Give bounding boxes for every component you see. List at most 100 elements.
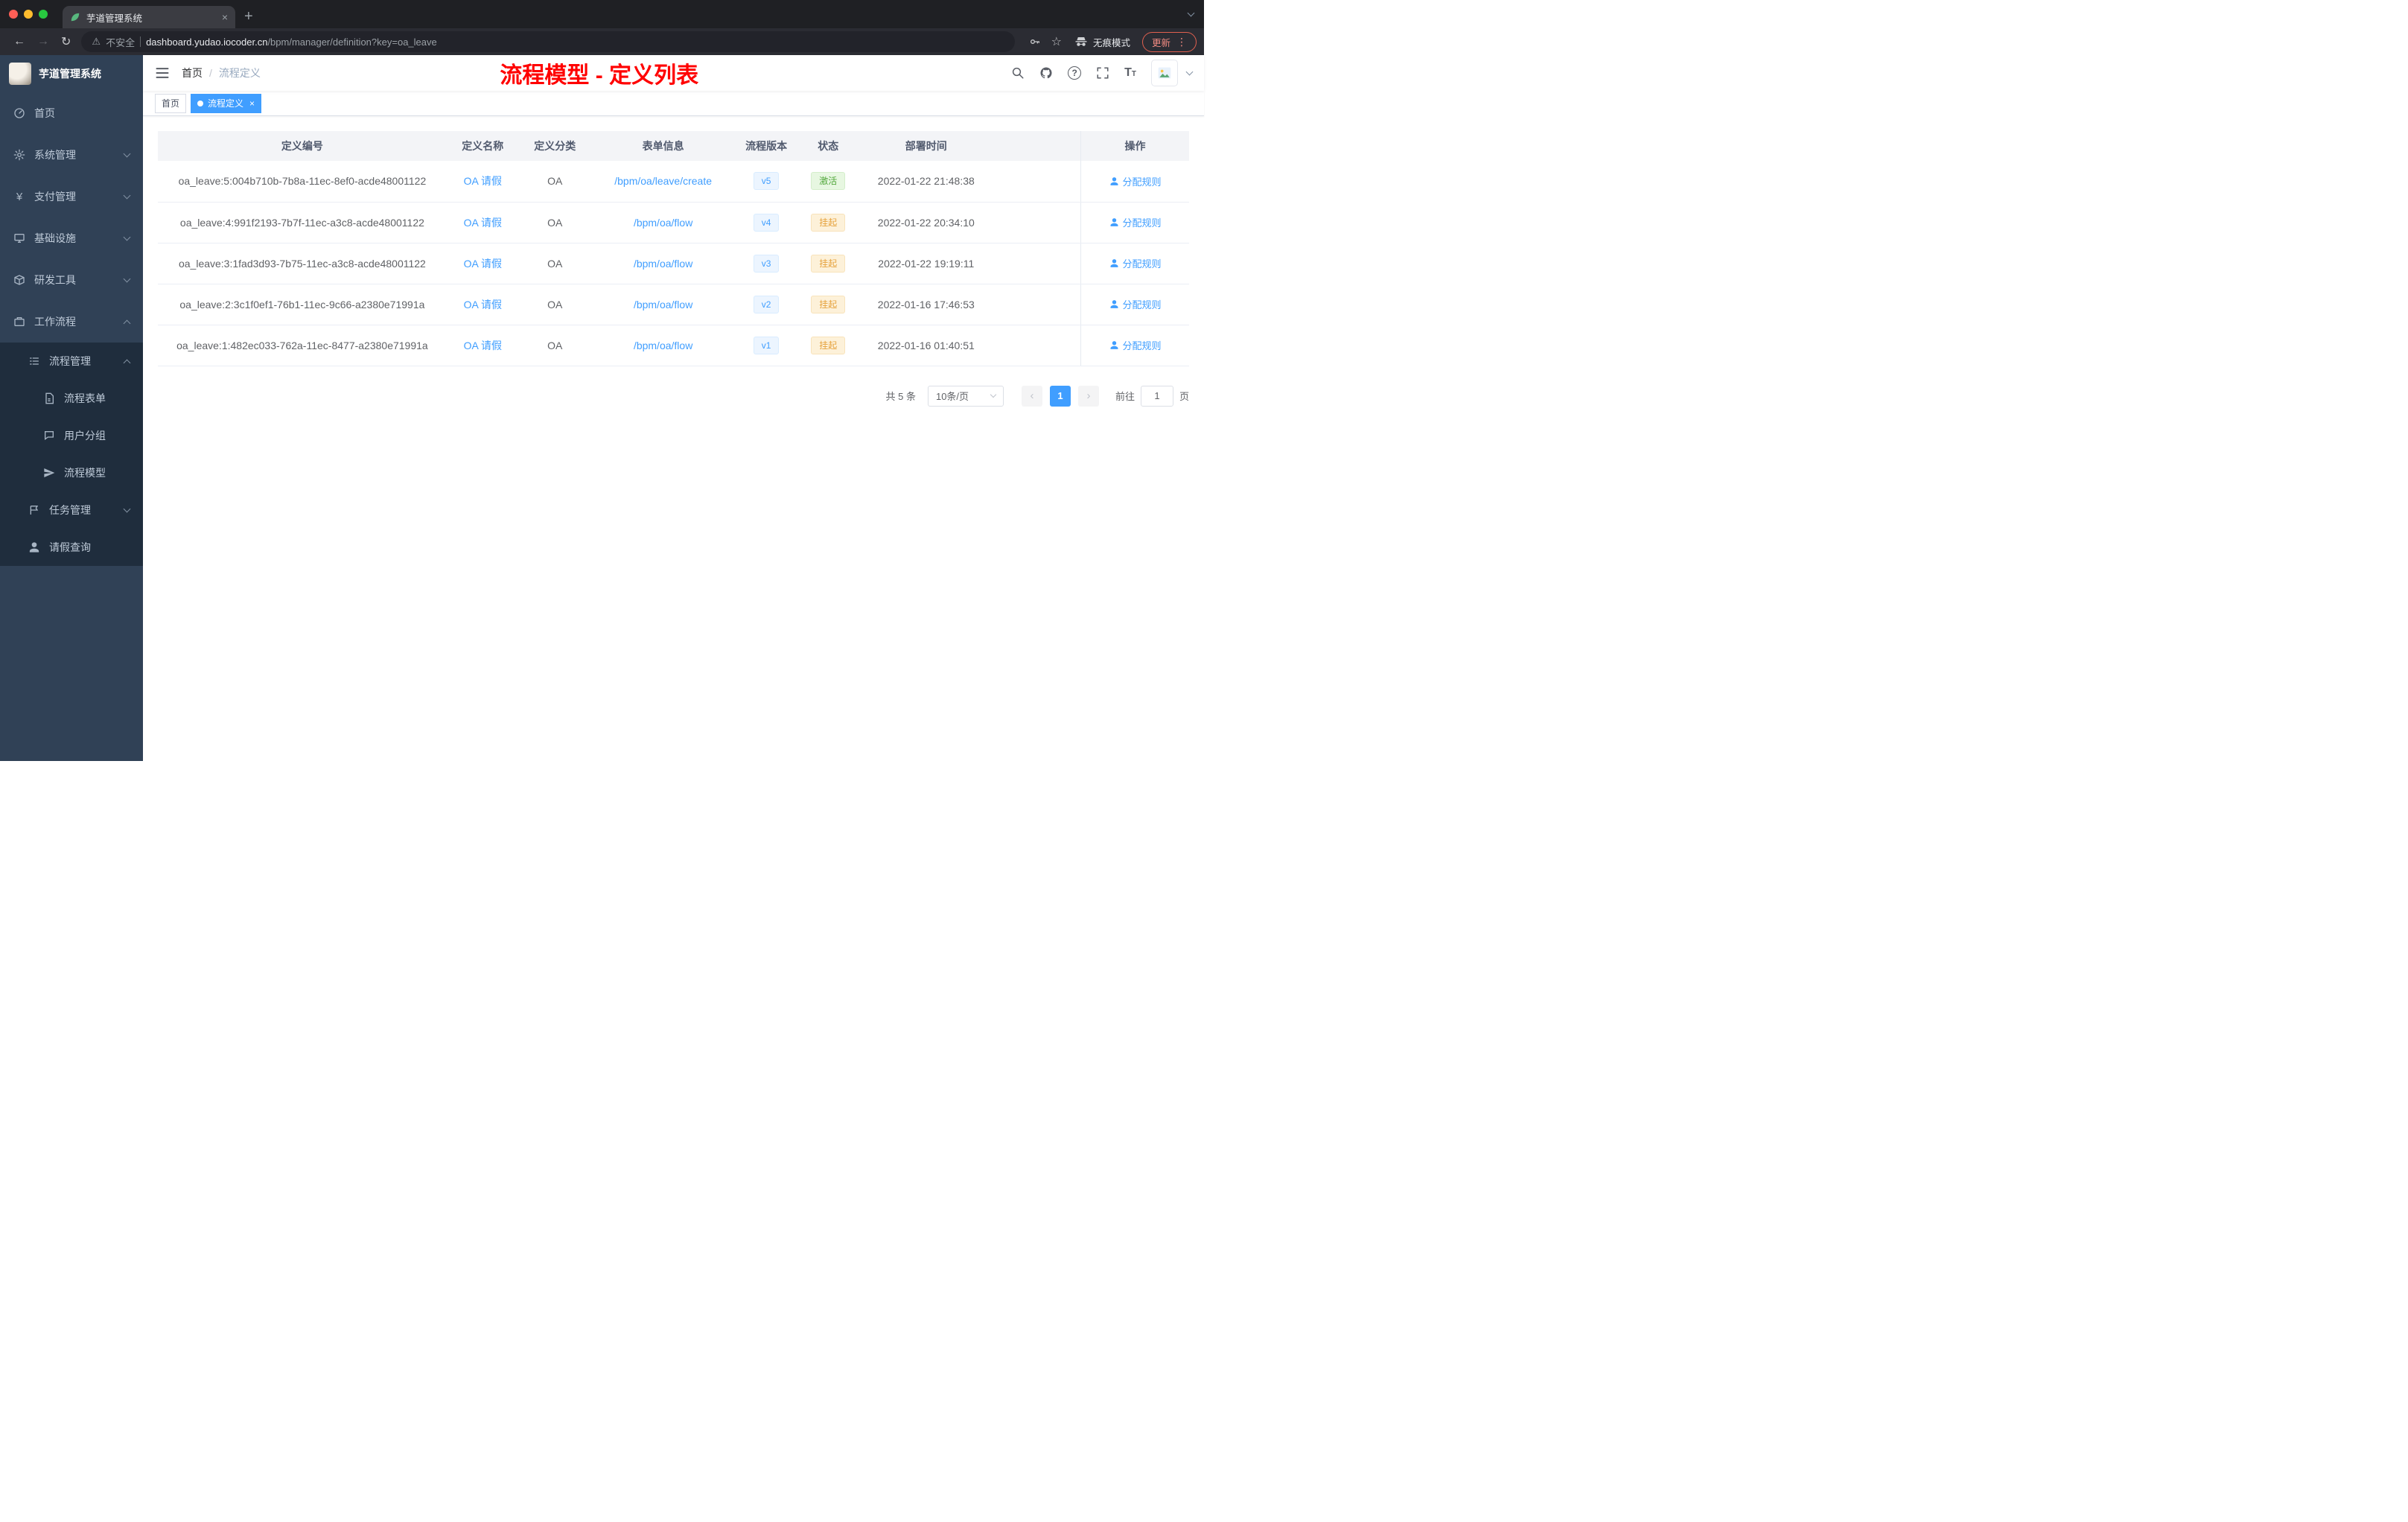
sidebar-item-system[interactable]: 系统管理 [0, 134, 143, 176]
person-icon [1109, 176, 1119, 186]
col-definition-name: 定义名称 [446, 131, 519, 161]
password-key-icon[interactable] [1029, 36, 1041, 48]
goto-page-input[interactable] [1140, 385, 1173, 407]
form-link[interactable]: /bpm/oa/flow [634, 299, 692, 311]
sidebar: 芋道管理系统 首页 系统管理 ¥ 支付管理 基础设施 研发工具 工作流程 流程管… [0, 55, 143, 761]
window-close-button[interactable] [9, 10, 18, 19]
reload-button[interactable]: ↻ [61, 34, 71, 49]
header-actions: ? TT [1011, 60, 1194, 86]
chat-bubble-icon [43, 430, 55, 442]
assign-rule-link[interactable]: 分配规则 [1109, 256, 1162, 270]
cell-deploy-time: 2022-01-22 20:34:10 [859, 202, 993, 243]
next-page-button[interactable]: › [1077, 385, 1099, 407]
pagination-total: 共 5 条 [885, 391, 916, 402]
cell-id: oa_leave:3:1fad3d93-7b75-11ec-a3c8-acde4… [158, 243, 447, 284]
form-link[interactable]: /bpm/oa/leave/create [614, 175, 712, 187]
sidebar-collapse-icon[interactable] [155, 66, 170, 80]
chevron-down-icon [123, 150, 131, 157]
version-badge: v1 [753, 336, 780, 354]
window-minimize-button[interactable] [24, 10, 33, 19]
tag-close-icon[interactable]: × [249, 98, 255, 109]
cell-deploy-time: 2022-01-16 17:46:53 [859, 284, 993, 325]
app-window: 芋道管理系统 首页 系统管理 ¥ 支付管理 基础设施 研发工具 工作流程 流程管… [0, 55, 1204, 761]
status-badge: 挂起 [811, 254, 846, 273]
cell-category: OA [518, 161, 591, 203]
col-deploy-time: 部署时间 [859, 131, 993, 161]
bookmark-star-icon[interactable]: ☆ [1051, 34, 1062, 49]
sidebar-item-label: 任务管理 [49, 504, 91, 516]
back-button[interactable]: ← [13, 35, 25, 48]
assign-rule-link[interactable]: 分配规则 [1109, 215, 1162, 229]
table-row: oa_leave:1:482ec033-762a-11ec-8477-a2380… [158, 325, 1189, 366]
definition-name-link[interactable]: OA 请假 [464, 299, 502, 311]
sidebar-menu: 首页 系统管理 ¥ 支付管理 基础设施 研发工具 工作流程 流程管理 流程表单 … [0, 92, 143, 761]
sidebar-item-payment[interactable]: ¥ 支付管理 [0, 176, 143, 217]
sidebar-item-leave-query[interactable]: 请假查询 [0, 529, 143, 566]
url-domain: dashboard.yudao.iocoder.cn [146, 36, 268, 48]
person-icon [28, 541, 40, 553]
page-size-select[interactable]: 10条/页 [927, 385, 1004, 407]
sidebar-item-devtools[interactable]: 研发工具 [0, 259, 143, 301]
definition-name-link[interactable]: OA 请假 [464, 175, 502, 187]
github-icon[interactable] [1039, 66, 1053, 80]
main-area: 首页 / 流程定义 流程模型 - 定义列表 ? TT 首页 流程定义 × 定义编… [143, 55, 1204, 761]
sidebar-item-label: 首页 [34, 107, 55, 119]
tag-label: 流程定义 [208, 98, 244, 109]
form-link[interactable]: /bpm/oa/flow [634, 217, 692, 229]
definition-name-link[interactable]: OA 请假 [464, 340, 502, 351]
cell-id: oa_leave:4:991f2193-7b7f-11ec-a3c8-acde4… [158, 202, 447, 243]
table-row: oa_leave:3:1fad3d93-7b75-11ec-a3c8-acde4… [158, 243, 1189, 284]
assign-rule-link[interactable]: 分配规则 [1109, 174, 1162, 188]
version-badge: v5 [753, 172, 780, 191]
form-link[interactable]: /bpm/oa/flow [634, 258, 692, 270]
sidebar-item-process-form[interactable]: 流程表单 [0, 380, 143, 417]
browser-tab[interactable]: 芋道管理系统 × [63, 6, 235, 28]
form-link[interactable]: /bpm/oa/flow [634, 340, 692, 351]
sidebar-item-task-management[interactable]: 任务管理 [0, 491, 143, 529]
tag-process-definition[interactable]: 流程定义 × [191, 93, 262, 113]
address-bar[interactable]: ⚠ 不安全 dashboard.yudao.iocoder.cn/bpm/man… [81, 31, 1015, 52]
sidebar-item-process-model[interactable]: 流程模型 [0, 454, 143, 491]
tag-home[interactable]: 首页 [155, 93, 187, 113]
cell-category: OA [518, 243, 591, 284]
search-icon[interactable] [1011, 66, 1025, 80]
col-status: 状态 [797, 131, 859, 161]
definition-name-link[interactable]: OA 请假 [464, 217, 502, 229]
table-row: oa_leave:5:004b710b-7b8a-11ec-8ef0-acde4… [158, 161, 1189, 203]
yen-icon: ¥ [16, 191, 23, 203]
breadcrumb-home[interactable]: 首页 [182, 66, 203, 80]
assign-rule-link[interactable]: 分配规则 [1109, 338, 1162, 352]
tab-close-icon[interactable]: × [222, 11, 228, 23]
avatar-caret-icon[interactable] [1185, 68, 1194, 75]
tab-search-chevron-icon[interactable] [1187, 6, 1195, 19]
version-badge: v3 [753, 254, 780, 273]
sidebar-item-home[interactable]: 首页 [0, 92, 143, 134]
sidebar-item-process-management[interactable]: 流程管理 [0, 343, 143, 380]
update-label: 更新 [1151, 37, 1170, 48]
update-button[interactable]: 更新 ⋮ [1141, 31, 1197, 52]
sidebar-logo: 芋道管理系统 [0, 55, 143, 92]
sidebar-item-label: 支付管理 [34, 191, 76, 203]
prev-page-button[interactable]: ‹ [1021, 385, 1042, 407]
window-zoom-button[interactable] [39, 10, 48, 19]
chevron-up-icon [123, 359, 131, 366]
chevron-down-icon [123, 191, 131, 199]
tab-title: 芋道管理系统 [86, 13, 143, 24]
definition-name-link[interactable]: OA 请假 [464, 258, 502, 270]
sidebar-item-workflow[interactable]: 工作流程 [0, 301, 143, 343]
flag-icon [28, 504, 40, 516]
sidebar-item-user-group[interactable]: 用户分组 [0, 417, 143, 454]
browser-menu-icon[interactable]: ⋮ [1176, 36, 1187, 48]
current-page-button[interactable]: 1 [1049, 385, 1071, 407]
sidebar-item-infrastructure[interactable]: 基础设施 [0, 217, 143, 259]
col-filler [993, 131, 1081, 161]
help-icon[interactable]: ? [1068, 66, 1082, 80]
status-badge: 挂起 [811, 295, 846, 313]
font-size-icon[interactable]: TT [1124, 66, 1136, 80]
assign-rule-link[interactable]: 分配规则 [1109, 297, 1162, 311]
avatar[interactable] [1151, 60, 1178, 86]
fullscreen-icon[interactable] [1096, 66, 1109, 80]
page-title: 流程模型 - 定义列表 [500, 63, 699, 88]
forward-button[interactable]: → [37, 35, 49, 48]
new-tab-button[interactable]: + [244, 8, 253, 25]
